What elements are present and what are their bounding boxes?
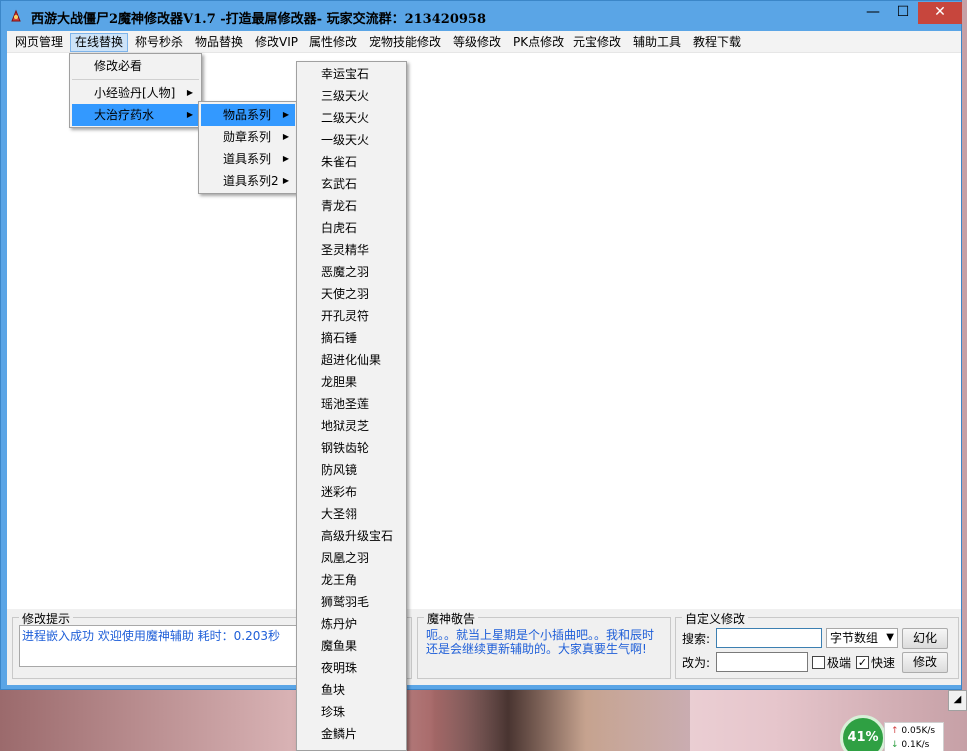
fast-label: 快速 — [871, 656, 896, 670]
menu-item-series-entry[interactable]: 龙王角 — [299, 569, 404, 591]
submenu-arrow-icon: ▶ — [282, 154, 289, 163]
menu-pet-skill-modify[interactable]: 宠物技能修改 — [365, 33, 445, 52]
menu-item-series-entry[interactable]: 钢铁齿轮 — [299, 437, 404, 459]
resize-grip-icon[interactable]: ◢ — [948, 690, 967, 711]
upload-speed: 0.05K/s — [901, 726, 936, 736]
notice-line-1: 呃。。就当上星期是个小插曲吧。。我和辰时 — [426, 628, 655, 642]
menu-web-manage[interactable]: 网页管理 — [11, 33, 67, 52]
menu-item-series-entry[interactable]: 防风镜 — [299, 459, 404, 481]
window-title: 西游大战僵尸2魔神修改器V1.7 -打造最屌修改器- 玩家交流群：2134209… — [31, 12, 487, 27]
menu-item-series-entry[interactable]: 龙胆果 — [299, 371, 404, 393]
menu-tutorial-download[interactable]: 教程下载 — [689, 33, 745, 52]
menu-item-series-entry[interactable]: 恶魔之羽 — [299, 261, 404, 283]
app-logo-icon — [11, 9, 21, 22]
menu-item-series-entry[interactable]: 开孔灵符 — [299, 305, 404, 327]
menu-item-series-entry[interactable]: 金鳞片 — [299, 723, 404, 745]
menu-vip-modify[interactable]: 修改VIP — [251, 33, 302, 52]
custom-group-title: 自定义修改 — [682, 610, 749, 627]
minimize-button[interactable]: — — [858, 2, 888, 24]
change-label: 改为: — [682, 656, 711, 670]
menu-item-series-entry[interactable]: 瑶池圣莲 — [299, 393, 404, 415]
menu-small-exp-pill[interactable]: 小经验丹[人物] ▶ — [72, 82, 199, 104]
change-input[interactable] — [716, 652, 808, 672]
type-select-value: 字节数组 — [830, 631, 879, 645]
chevron-down-icon: ▼ — [886, 632, 894, 643]
menu-medal-series[interactable]: 勋章系列 ▶ — [201, 126, 295, 148]
menu-item-series-entry[interactable]: 地狱灵芝 — [299, 415, 404, 437]
item-series-submenu: 幸运宝石 三级天火 二级天火 一级天火 朱雀石 玄武石 青龙石 白虎石 圣灵精华 恶魔之羽 天使之羽… — [296, 61, 407, 751]
client-area: 网页管理 在线替换 称号秒杀 物品替换 修改VIP 属性修改 宠物技能修改 等级… — [7, 31, 961, 685]
menu-item-series-entry[interactable]: 魔鱼果 — [299, 635, 404, 657]
bottom-panel: 修改提示 进程嵌入成功 欢迎使用魔神辅助 耗时：0.203秒 魔神敬告 呃。。就… — [7, 609, 961, 685]
potion-submenu: 物品系列 ▶ 勋章系列 ▶ 道具系列 ▶ 道具系列2 ▶ — [198, 101, 298, 194]
menu-item-series-entry[interactable]: 幸运宝石 — [299, 63, 404, 85]
menu-item-series-entry[interactable]: 凤凰之羽 — [299, 547, 404, 569]
title-bar[interactable]: 西游大战僵尸2魔神修改器V1.7 -打造最屌修改器- 玩家交流群：2134209… — [1, 1, 962, 31]
arrow-down-icon: ↓ — [891, 740, 899, 750]
menu-item-series-entry[interactable]: 大圣翎 — [299, 503, 404, 525]
menu-separator — [72, 79, 199, 80]
search-input[interactable] — [716, 628, 822, 648]
type-select[interactable]: 字节数组 ▼ — [826, 628, 898, 648]
submenu-arrow-icon: ▶ — [186, 88, 193, 97]
menu-item-replace[interactable]: 物品替换 — [191, 33, 247, 52]
arrow-up-icon: ↑ — [891, 726, 899, 736]
menu-bar: 网页管理 在线替换 称号秒杀 物品替换 修改VIP 属性修改 宠物技能修改 等级… — [7, 31, 961, 53]
menu-must-read[interactable]: 修改必看 — [72, 55, 199, 77]
menu-title-kill[interactable]: 称号秒杀 — [131, 33, 187, 52]
download-speed: 0.1K/s — [901, 740, 930, 750]
menu-item-series-entry[interactable]: 三级天火 — [299, 85, 404, 107]
menu-item-series-entry[interactable]: 夜明珠 — [299, 657, 404, 679]
menu-pk-modify[interactable]: PK点修改 — [509, 33, 568, 52]
menu-item-series-entry[interactable]: 二级天火 — [299, 107, 404, 129]
extreme-checkbox[interactable] — [812, 656, 825, 669]
submenu-arrow-icon: ▶ — [186, 110, 193, 119]
transform-button[interactable]: 幻化 — [902, 628, 948, 649]
network-meter-circle[interactable]: 41% — [840, 715, 886, 751]
online-replace-menu: 修改必看 小经验丹[人物] ▶ 大治疗药水 ▶ — [69, 53, 202, 128]
notice-group-title: 魔神敬告 — [424, 610, 479, 627]
menu-item-series-entry[interactable]: 高级升级宝石 — [299, 525, 404, 547]
menu-item-series[interactable]: 物品系列 ▶ — [201, 104, 295, 126]
menu-item-series-entry[interactable]: 青龙石 — [299, 195, 404, 217]
menu-item-series-entry[interactable]: 炼丹炉 — [299, 613, 404, 635]
menu-prop-series-2[interactable]: 道具系列2 ▶ — [201, 170, 295, 192]
menu-item-series-entry[interactable]: 一级天火 — [299, 129, 404, 151]
menu-item-series-entry[interactable]: 迷彩布 — [299, 481, 404, 503]
desktop-wallpaper-detail — [430, 690, 690, 751]
menu-item-series-entry[interactable]: 珍珠 — [299, 701, 404, 723]
menu-online-replace[interactable]: 在线替换 — [70, 33, 129, 52]
notice-group: 魔神敬告 呃。。就当上星期是个小插曲吧。。我和辰时 还是会继续更新辅助的。大家真… — [417, 610, 671, 679]
notice-line-2: 还是会继续更新辅助的。大家真要生气啊! — [426, 642, 647, 656]
maximize-button[interactable]: ☐ — [888, 2, 918, 24]
submenu-arrow-icon: ▶ — [282, 110, 289, 119]
menu-item-series-entry[interactable]: 狮鹫羽毛 — [299, 591, 404, 613]
menu-item-series-entry[interactable]: 天使之羽 — [299, 283, 404, 305]
modify-button[interactable]: 修改 — [902, 652, 948, 673]
menu-gold-modify[interactable]: 元宝修改 — [569, 33, 625, 52]
menu-item-series-entry[interactable]: 鱼块 — [299, 679, 404, 701]
close-button[interactable]: ✕ — [918, 2, 962, 24]
menu-item-series-entry[interactable]: 白虎石 — [299, 217, 404, 239]
submenu-arrow-icon: ▶ — [282, 132, 289, 141]
menu-level-modify[interactable]: 等级修改 — [449, 33, 505, 52]
menu-prop-series[interactable]: 道具系列 ▶ — [201, 148, 295, 170]
menu-item-series-entry[interactable]: 玄武石 — [299, 173, 404, 195]
menu-item-series-entry[interactable]: 圣灵精华 — [299, 239, 404, 261]
menu-aux-tools[interactable]: 辅助工具 — [629, 33, 685, 52]
submenu-arrow-icon: ▶ — [282, 176, 289, 185]
menu-item-series-entry[interactable]: 摘石锤 — [299, 327, 404, 349]
extreme-label: 极端 — [827, 656, 852, 670]
menu-item-series-entry[interactable]: 超进化仙果 — [299, 349, 404, 371]
fast-checkbox[interactable]: ✓ — [856, 656, 869, 669]
menu-large-heal-potion[interactable]: 大治疗药水 ▶ — [72, 104, 199, 126]
menu-item-series-entry[interactable]: 朱雀石 — [299, 151, 404, 173]
search-label: 搜索: — [682, 632, 711, 646]
menu-attribute-modify[interactable]: 属性修改 — [305, 33, 361, 52]
custom-modify-group: 自定义修改 搜索: 字节数组 ▼ 幻化 改为: 极端 ✓ 快速 修改 — [675, 610, 959, 679]
network-speed-box: ↑ 0.05K/s ↓ 0.1K/s — [884, 722, 944, 751]
